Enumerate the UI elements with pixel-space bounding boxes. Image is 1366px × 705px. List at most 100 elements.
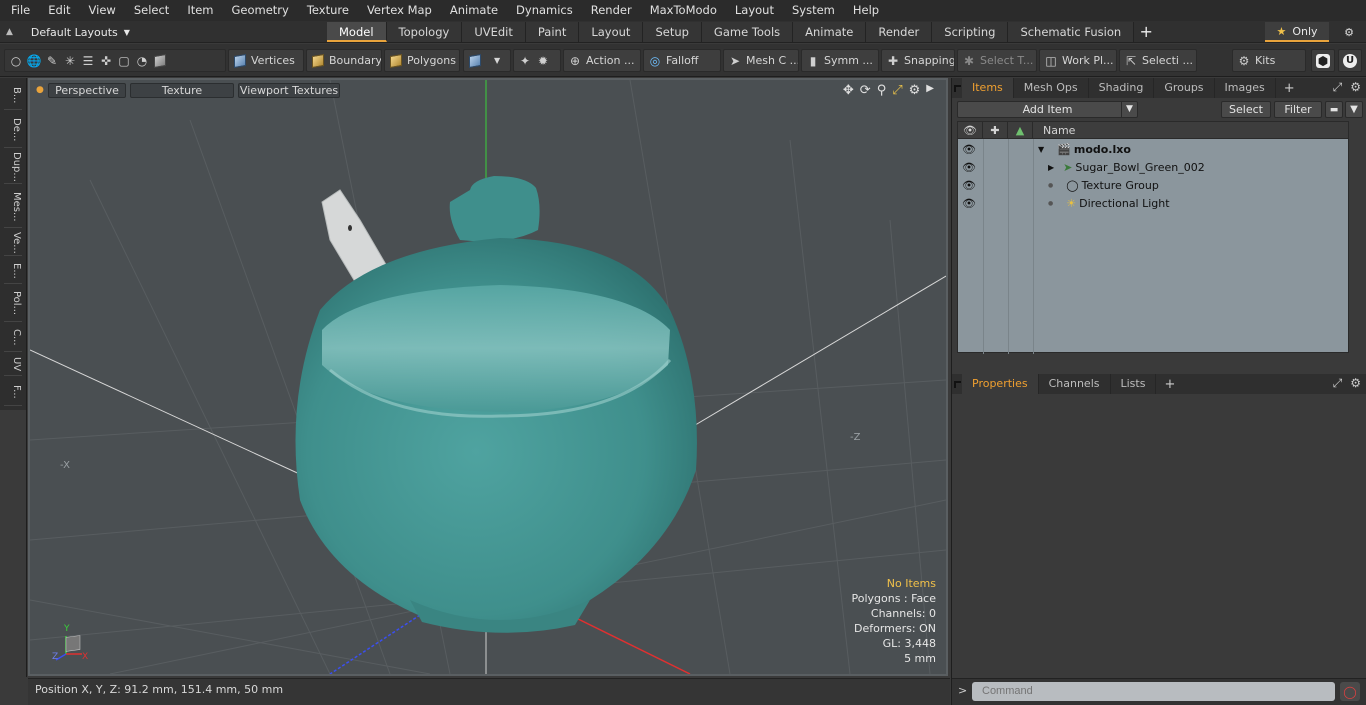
tab-layout[interactable]: Layout [579,22,644,42]
falloff-button[interactable]: ◎ Falloff [643,49,721,72]
menu-select[interactable]: Select [123,0,176,21]
menu-view[interactable]: View [78,0,123,21]
select-button[interactable]: Select [1221,101,1271,118]
menu-vertex-map[interactable]: Vertex Map [356,0,439,21]
polygons-button[interactable]: Polygons [384,49,460,72]
tab-lists[interactable]: Lists [1111,374,1157,394]
command-input[interactable] [972,682,1335,701]
tab-uvedit[interactable]: UVEdit [462,22,526,42]
left-tab-uv[interactable]: UV [4,354,22,376]
panel-gear-icon[interactable]: ⚙ [1350,376,1361,391]
menu-edit[interactable]: Edit [37,0,77,21]
record-macro-icon[interactable]: ◯ [1340,682,1360,701]
viewport-textures-button[interactable]: Viewport Textures [238,83,340,98]
tree-row-scene[interactable]: 👁 ▼ 🎬 modo.lxo [958,140,1348,158]
item-list-scrollbar[interactable] [1350,121,1360,353]
select-through-button[interactable]: ✱ Select T... [957,49,1037,72]
menu-maxtomodo[interactable]: MaxToModo [639,0,724,21]
snapping-button[interactable]: ✚ Snapping [881,49,955,72]
visibility-eye-icon[interactable]: 👁 [962,179,976,192]
add-item-dropdown[interactable]: Add Item ▼ [957,101,1138,118]
circle-select-icon[interactable]: ○ [9,54,23,68]
unity-button[interactable]: ⬢ [1311,49,1335,72]
selection-sets-button[interactable]: ⇱ Selecti ... [1119,49,1197,72]
tab-schematic-fusion[interactable]: Schematic Fusion [1008,22,1135,42]
center-icon[interactable]: ✜ [99,54,113,68]
unreal-button[interactable]: U [1338,49,1362,72]
visibility-column-eye-icon[interactable]: 👁 [958,121,983,139]
tab-channels[interactable]: Channels [1039,374,1111,394]
default-layouts-dropdown[interactable]: ▲ Default Layouts ▼ [6,21,130,43]
type-column-icon[interactable]: ▲ [1008,121,1033,139]
left-tab-deform[interactable]: De... [4,112,22,148]
item-mode-icon[interactable] [153,53,167,68]
panel-expand-icon[interactable]: ⤢ [1333,376,1343,391]
action-center-button[interactable]: ⊕ Action ... [563,49,641,72]
zoom-icon[interactable]: ⚲ [877,83,887,98]
symmetry-button[interactable]: ▮ Symm ... [801,49,879,72]
left-tab-polygon[interactable]: Pol... [4,286,22,322]
tab-model[interactable]: Model [327,22,387,42]
tree-row-light[interactable]: 👁 ● ☀ Directional Light [958,194,1348,212]
only-toggle[interactable]: ★ Only [1265,22,1329,42]
lock-column-icon[interactable]: ✚ [983,121,1008,139]
lasso-icon[interactable]: ✳ [63,54,77,68]
name-column-header[interactable]: Name [1033,124,1075,137]
perspective-view-button[interactable]: Perspective [48,83,126,98]
left-tab-duplicate[interactable]: Dup... [4,150,22,184]
tab-groups[interactable]: Groups [1154,78,1215,98]
material-dropdown[interactable]: ▼ [463,49,511,72]
move-gizmo-icon[interactable]: ✦ [518,54,532,68]
orbit-icon[interactable]: ⟳ [860,83,871,98]
funnel-filter-button[interactable]: ▼ [1345,101,1363,118]
boundary-button[interactable]: Boundary [306,49,382,72]
viewport-expand-arrow-icon[interactable]: ▶ [926,83,934,98]
vertices-button[interactable]: Vertices [228,49,304,72]
menu-layout[interactable]: Layout [724,0,781,21]
menu-system[interactable]: System [781,0,842,21]
visibility-eye-icon[interactable]: 👁 [962,161,976,174]
collapse-triangle-icon[interactable]: ▶ [1048,163,1054,172]
square-icon[interactable]: ▢ [117,54,131,68]
menu-texture[interactable]: Texture [296,0,356,21]
tab-items[interactable]: Items [962,78,1014,98]
tree-row-texture-group[interactable]: 👁 ● ◯ Texture Group [958,176,1348,194]
3d-viewport[interactable]: Perspective Texture Viewport Textures ● … [28,78,948,676]
tab-game-tools[interactable]: Game Tools [701,22,794,42]
menu-render[interactable]: Render [580,0,639,21]
left-tab-vertex[interactable]: Ve... [4,230,22,256]
add-tab-plus-icon[interactable]: + [1134,22,1158,42]
align-icon[interactable]: ☰ [81,54,95,68]
tab-render[interactable]: Render [866,22,933,42]
left-tab-curve[interactable]: C... [4,324,22,352]
menu-dynamics[interactable]: Dynamics [505,0,580,21]
panel-grip-icon[interactable] [952,78,962,98]
expand-triangle-icon[interactable]: ▼ [1038,145,1044,154]
mesh-constraints-button[interactable]: ➤ Mesh C ... [723,49,799,72]
tree-row-mesh[interactable]: 👁 ▶ ➤ Sugar_Bowl_Green_002 [958,158,1348,176]
add-panel-tab-icon[interactable]: + [1156,377,1183,392]
pan-icon[interactable]: ✥ [843,83,854,98]
tab-shading[interactable]: Shading [1089,78,1155,98]
menu-animate[interactable]: Animate [439,0,505,21]
viewport-gear-icon[interactable]: ⚙ [909,83,921,98]
gear-icon[interactable]: ⚙ [1336,21,1362,43]
pie-icon[interactable]: ◔ [135,54,149,68]
maximize-icon[interactable]: ⤢ [892,83,902,98]
tab-properties[interactable]: Properties [962,374,1039,394]
panel-gear-icon[interactable]: ⚙ [1350,80,1361,95]
left-tab-fusion[interactable]: F... [4,378,22,406]
filter-button[interactable]: Filter [1274,101,1322,118]
globe-icon[interactable]: 🌐 [27,54,42,68]
work-plane-button[interactable]: ◫ Work Pl... [1039,49,1117,72]
tab-paint[interactable]: Paint [525,22,580,42]
tab-mesh-ops[interactable]: Mesh Ops [1014,78,1089,98]
left-tab-edge[interactable]: E... [4,258,22,284]
panel-grip-icon[interactable] [952,374,962,394]
add-panel-tab-icon[interactable]: + [1276,81,1303,96]
collapse-button[interactable]: ▬ [1325,101,1343,118]
left-tab-mesh-edit[interactable]: Mes... [4,186,22,228]
shading-mode-button[interactable]: Texture [130,83,234,98]
viewport-menu-dot-icon[interactable]: ● [36,85,44,95]
visibility-eye-icon[interactable]: 👁 [962,143,976,156]
